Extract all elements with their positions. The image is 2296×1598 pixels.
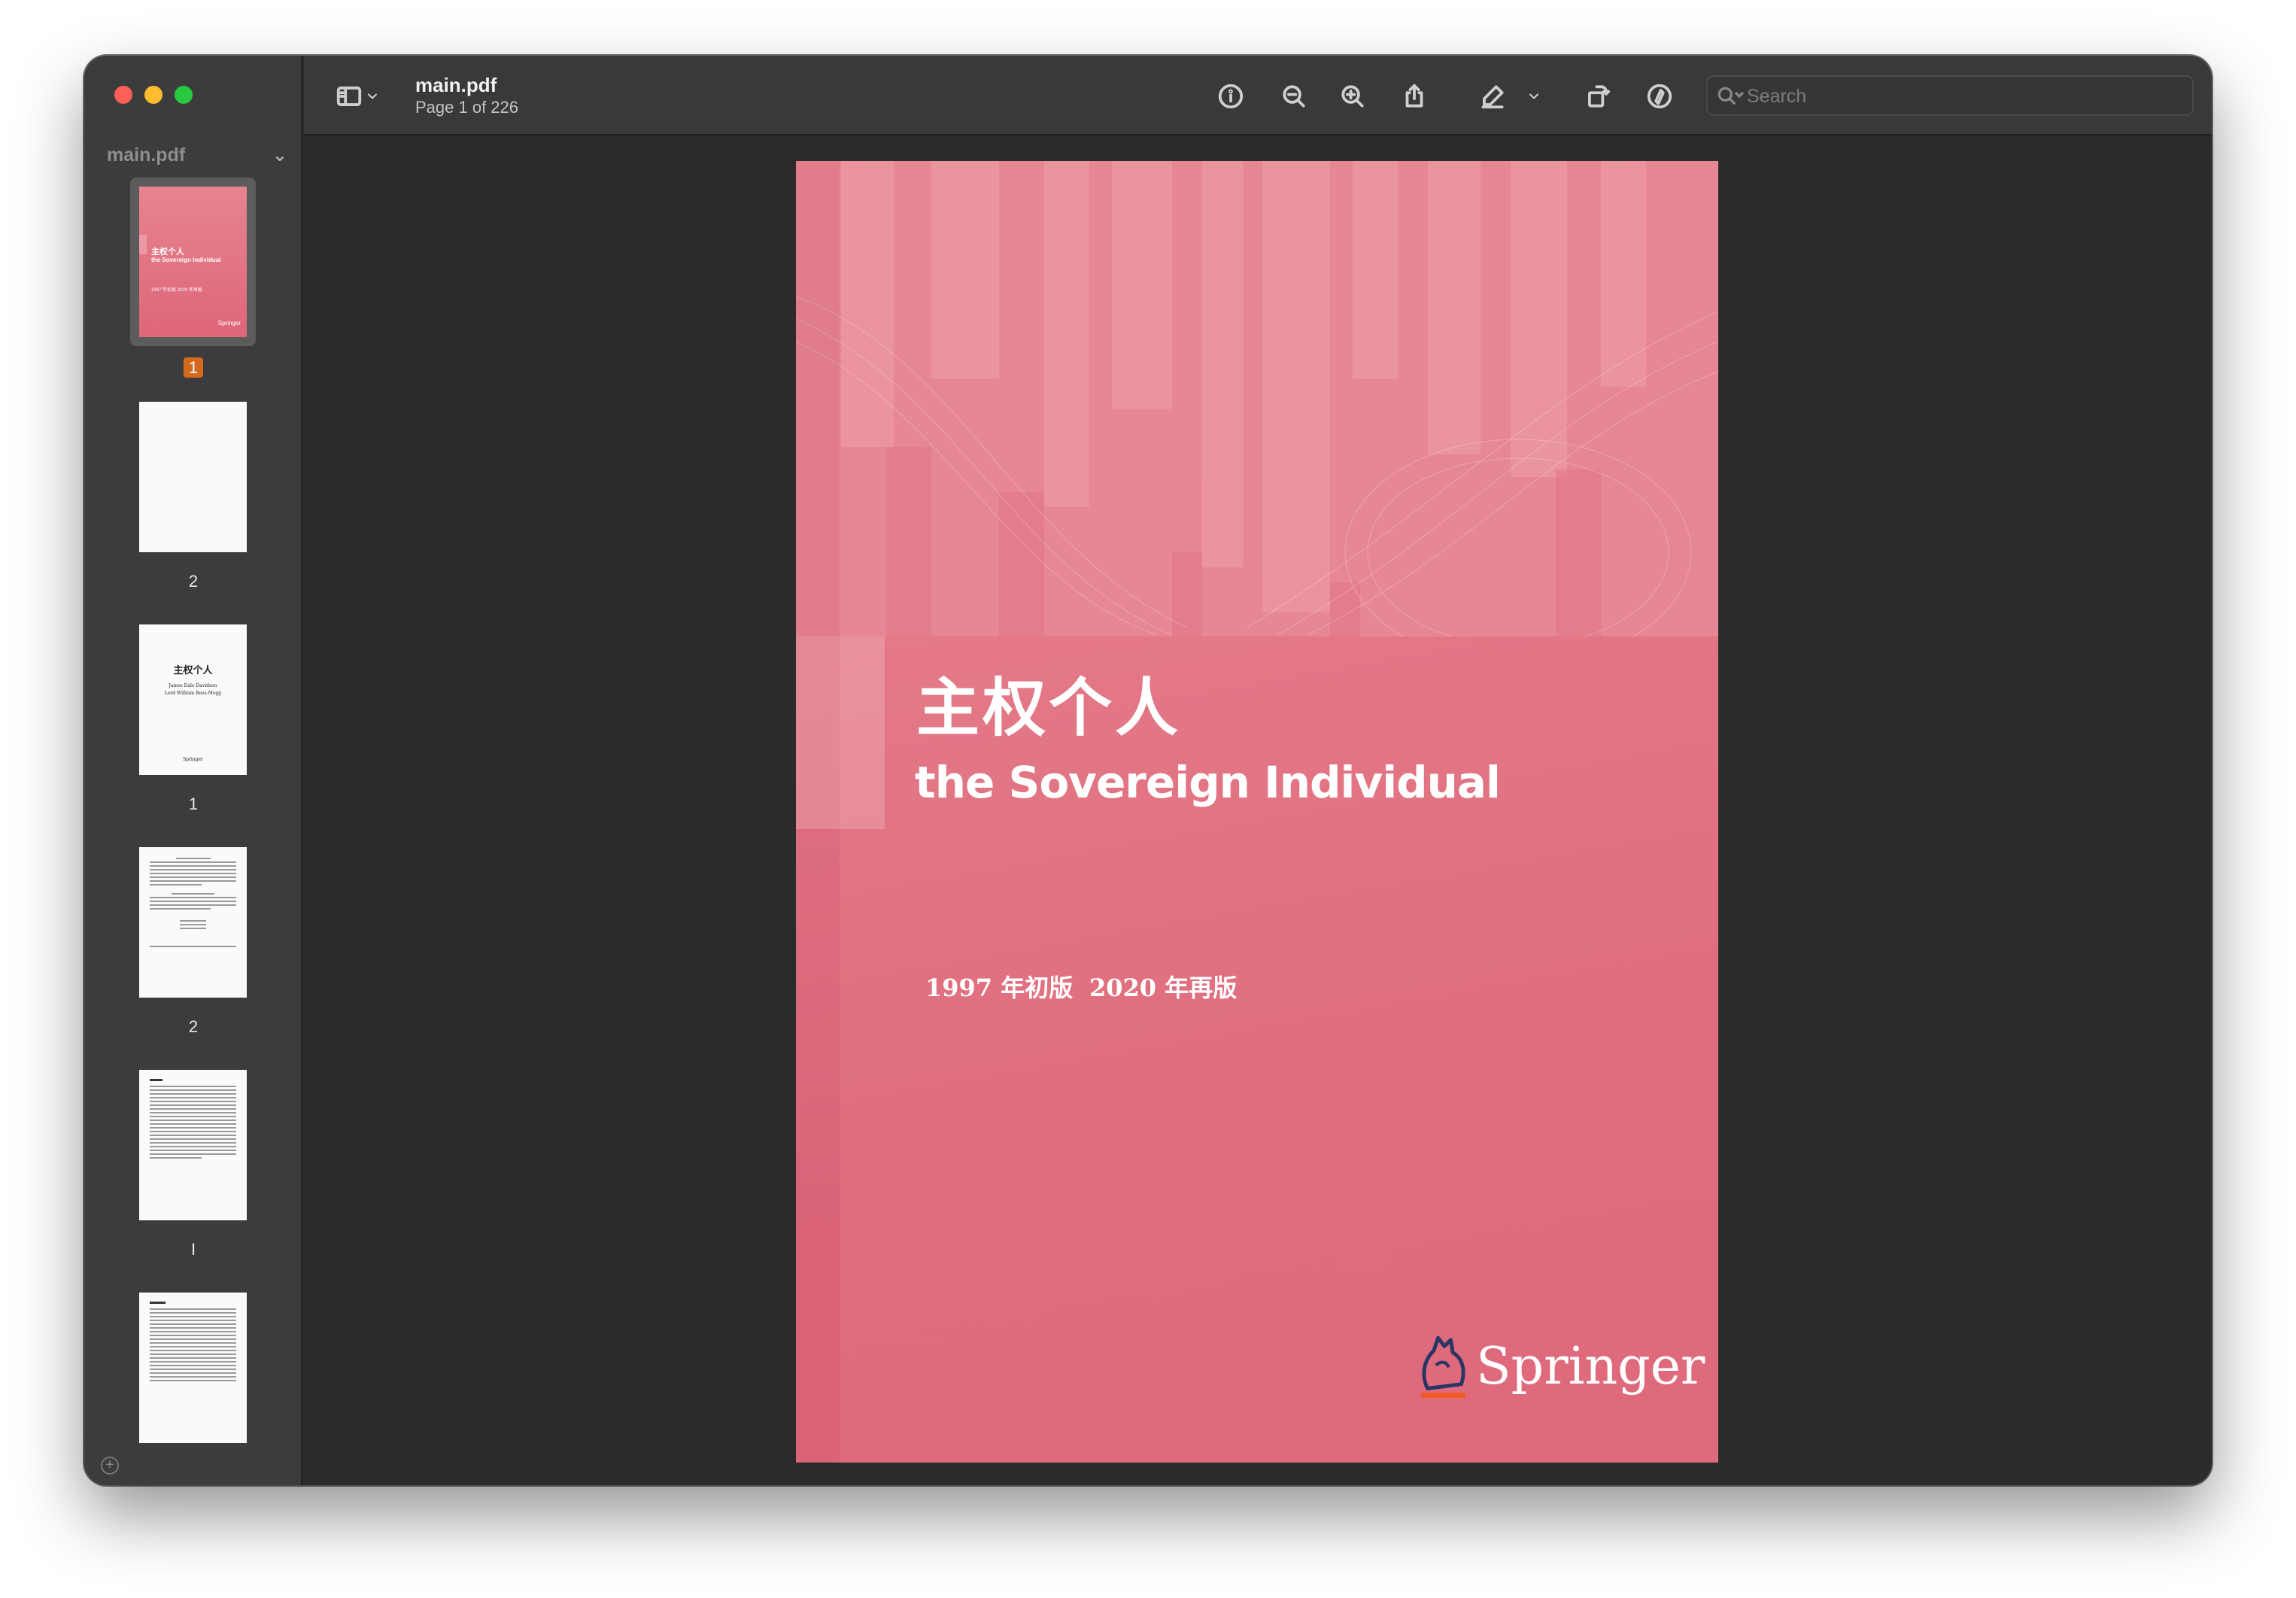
thumbnail-brand: Springer xyxy=(217,320,241,327)
publisher-logo: Springer xyxy=(1413,1329,1705,1404)
springer-horse-icon xyxy=(1421,1335,1465,1398)
chevron-down-icon[interactable] xyxy=(1526,81,1542,111)
thumbnail-title: 主权个人 xyxy=(151,248,184,257)
cover-second-edition: 2020 年再版 xyxy=(1089,974,1238,1002)
thumbnail-sidebar: main.pdf ⌄ 主权个人 the Sovereign Individual… xyxy=(84,56,302,1485)
chevron-down-icon[interactable] xyxy=(364,81,381,111)
thumbnail-image[interactable] xyxy=(139,402,247,552)
minimize-button[interactable] xyxy=(144,86,162,104)
thumbnail-image[interactable] xyxy=(139,1293,247,1443)
close-button[interactable] xyxy=(114,86,132,104)
thumbnail-list: 主权个人 the Sovereign Individual 1997 年初版 2… xyxy=(84,178,302,1479)
cover-pattern xyxy=(796,161,1718,636)
thumbnail-image[interactable]: 主权个人 the Sovereign Individual 1997 年初版 2… xyxy=(139,187,247,337)
search-icon xyxy=(1715,84,1745,109)
thumbnail-label: 2 xyxy=(188,1017,199,1036)
search-field[interactable] xyxy=(1706,75,2194,116)
page-indicator: Page 1 of 226 xyxy=(415,98,519,117)
pdf-page-cover[interactable]: 主权个人 the Sovereign Individual 1997 年初版 2… xyxy=(796,161,1718,1463)
add-page-button[interactable]: + xyxy=(101,1457,119,1475)
publisher-name: Springer xyxy=(1476,1336,1705,1396)
zoom-out-icon[interactable] xyxy=(1279,81,1309,111)
preview-window: main.pdf ⌄ 主权个人 the Sovereign Individual… xyxy=(84,56,2212,1485)
thumbnail-image[interactable]: 主权个人 James Dale Davidson Lord William Re… xyxy=(139,624,247,775)
toolbar: main.pdf Page 1 of 226 xyxy=(304,56,2212,135)
markup-icon[interactable] xyxy=(1645,81,1675,111)
cover-title: 主权个人 xyxy=(916,670,1182,745)
thumbnail-subtitle: the Sovereign Individual xyxy=(151,257,221,263)
share-icon[interactable] xyxy=(1399,81,1429,111)
thumbnail-label: 1 xyxy=(188,794,199,813)
rotate-icon[interactable] xyxy=(1583,81,1613,111)
chevron-down-icon[interactable]: ⌄ xyxy=(272,144,287,166)
thumbnail-label: 2 xyxy=(188,572,199,591)
thumbnail-label: 1 xyxy=(84,357,302,378)
thumbnail-label: I xyxy=(190,1240,196,1259)
window-controls xyxy=(114,86,193,104)
sidebar-document-header[interactable]: main.pdf ⌄ xyxy=(107,144,287,166)
zoom-button[interactable] xyxy=(175,86,193,104)
sidebar-toggle-icon[interactable] xyxy=(334,81,364,111)
zoom-in-icon[interactable] xyxy=(1338,81,1368,111)
thumbnail-image[interactable] xyxy=(139,1070,247,1220)
thumbnail-edition: 1997 年初版 2020 年再版 xyxy=(151,288,202,293)
highlight-pen-icon[interactable] xyxy=(1478,81,1508,111)
search-input[interactable] xyxy=(1747,83,2183,110)
document-view[interactable]: 主权个人 the Sovereign Individual 1997 年初版 2… xyxy=(304,137,2212,1485)
cover-accent-band xyxy=(796,636,885,829)
sidebar-document-name: main.pdf xyxy=(107,144,186,166)
info-icon[interactable] xyxy=(1216,81,1246,111)
cover-first-edition: 1997 年初版 xyxy=(925,974,1074,1002)
document-title: main.pdf xyxy=(415,74,497,96)
cover-subtitle: the Sovereign Individual xyxy=(915,757,1501,808)
thumbnail-image[interactable] xyxy=(139,847,247,998)
